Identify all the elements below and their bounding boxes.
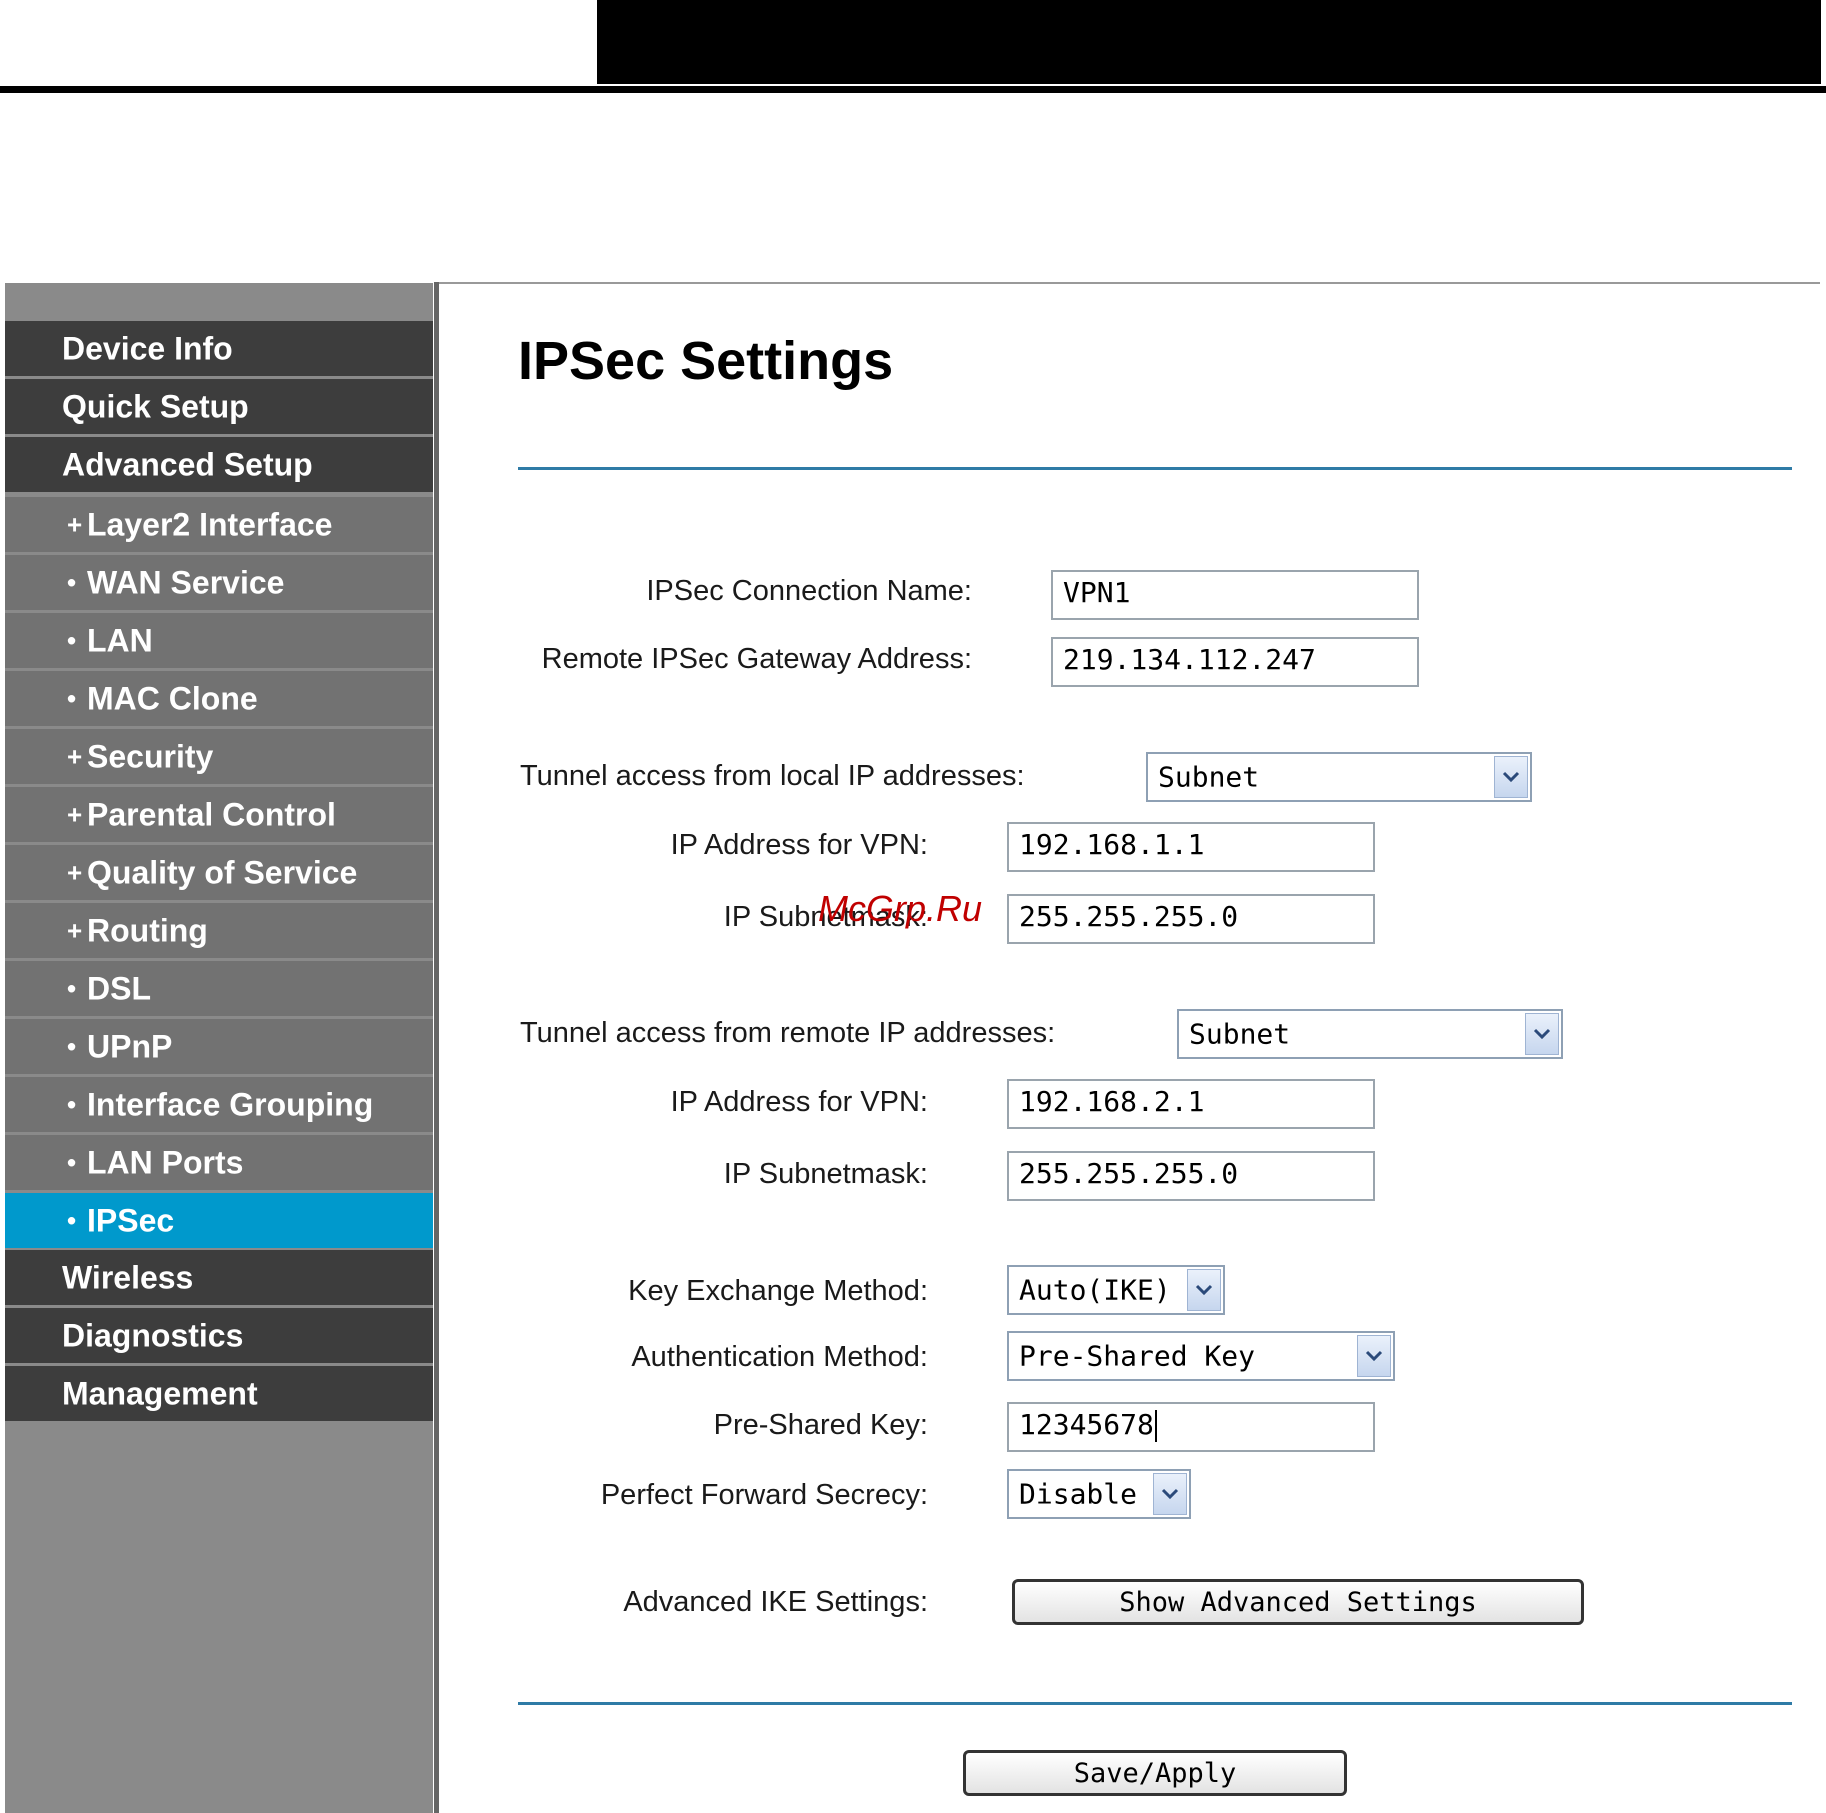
sidebar-item-label: DSL <box>87 970 151 1006</box>
auth-method-label: Authentication Method: <box>631 1341 928 1373</box>
key-exchange-label: Key Exchange Method: <box>628 1275 928 1307</box>
pfs-label: Perfect Forward Secrecy: <box>600 1479 928 1511</box>
save-apply-button[interactable]: Save/Apply <box>963 1750 1347 1796</box>
sidebar-item-label: IPSec <box>87 1202 175 1238</box>
remote-access-label: Tunnel access from remote IP addresses: <box>520 1017 1056 1049</box>
sidebar-item-security[interactable]: + Security <box>5 729 433 784</box>
bullet-icon: • <box>67 1089 77 1119</box>
chevron-down-icon[interactable] <box>1357 1335 1391 1377</box>
sidebar-item-label: Layer2 Interface <box>87 506 333 542</box>
watermark: McGrp.Ru <box>818 888 983 929</box>
sidebar-item-label: Device Info <box>62 330 233 366</box>
local-ip-input[interactable]: 192.168.1.1 <box>1007 822 1375 872</box>
key-exchange-select[interactable]: Auto(IKE) <box>1007 1265 1225 1315</box>
bullet-icon: • <box>67 1205 77 1235</box>
sidebar-item-label: MAC Clone <box>87 680 258 716</box>
sidebar-item-label: Diagnostics <box>62 1317 244 1353</box>
sidebar-item-advanced-setup[interactable]: Advanced Setup <box>5 437 433 492</box>
chevron-down-icon[interactable] <box>1494 756 1528 798</box>
sidebar-item-label: LAN <box>87 622 153 658</box>
divider-bottom <box>518 1702 1792 1705</box>
plus-icon: + <box>67 741 83 771</box>
sidebar-item-routing[interactable]: + Routing <box>5 903 433 958</box>
conn-name-label: IPSec Connection Name: <box>646 575 972 607</box>
sidebar-item-mac-clone[interactable]: • MAC Clone <box>5 671 433 726</box>
psk-input[interactable]: 12345678 <box>1007 1402 1375 1452</box>
remote-mask-label: IP Subnetmask: <box>723 1158 928 1190</box>
sidebar-item-label: Parental Control <box>87 796 336 832</box>
sidebar-item-dsl[interactable]: • DSL <box>5 961 433 1016</box>
sidebar-item-label: LAN Ports <box>87 1144 244 1180</box>
sidebar-item-management[interactable]: Management <box>5 1366 433 1421</box>
pfs-value: Disable <box>1019 1477 1138 1511</box>
header-bar <box>597 0 1821 84</box>
sidebar-item-wan-service[interactable]: • WAN Service <box>5 555 433 610</box>
local-access-value: Subnet <box>1158 760 1260 794</box>
sidebar-item-device-info[interactable]: Device Info <box>5 321 433 376</box>
local-mask-input[interactable]: 255.255.255.0 <box>1007 894 1375 944</box>
remote-access-value: Subnet <box>1189 1017 1291 1051</box>
bullet-icon: • <box>67 1031 77 1061</box>
local-ip-label: IP Address for VPN: <box>670 829 928 861</box>
sidebar-item-label: Security <box>87 738 214 774</box>
remote-mask-input[interactable]: 255.255.255.0 <box>1007 1151 1375 1201</box>
sidebar-item-label: Interface Grouping <box>87 1086 374 1122</box>
text-cursor <box>1154 1410 1157 1442</box>
conn-name-input[interactable]: VPN1 <box>1051 570 1419 620</box>
sidebar-item-label: Wireless <box>62 1259 194 1295</box>
plus-icon: + <box>67 915 83 945</box>
sidebar-item-layer2-interface[interactable]: + Layer2 Interface <box>5 497 433 552</box>
sidebar-item-parental-control[interactable]: + Parental Control <box>5 787 433 842</box>
psk-label: Pre-Shared Key: <box>713 1409 928 1441</box>
plus-icon: + <box>67 799 83 829</box>
bullet-icon: • <box>67 1147 77 1177</box>
divider-top <box>518 467 1792 470</box>
sidebar-item-ipsec[interactable]: • IPSec <box>5 1193 433 1248</box>
content-top-border <box>439 282 1820 284</box>
header-rule <box>0 86 1826 93</box>
gateway-label: Remote IPSec Gateway Address: <box>541 643 972 675</box>
sidebar-item-label: Advanced Setup <box>62 446 313 482</box>
show-advanced-settings-button[interactable]: Show Advanced Settings <box>1012 1579 1584 1625</box>
plus-icon: + <box>67 509 83 539</box>
sidebar-item-label: UPnP <box>87 1028 173 1064</box>
page-title: IPSec Settings <box>518 331 894 391</box>
sidebar-item-quality-of-service[interactable]: + Quality of Service <box>5 845 433 900</box>
sidebar-item-wireless[interactable]: Wireless <box>5 1250 433 1305</box>
sidebar-item-lan-ports[interactable]: • LAN Ports <box>5 1135 433 1190</box>
remote-access-select[interactable]: Subnet <box>1177 1009 1563 1059</box>
chevron-down-icon[interactable] <box>1153 1473 1187 1515</box>
sidebar-item-diagnostics[interactable]: Diagnostics <box>5 1308 433 1363</box>
sidebar-item-label: WAN Service <box>87 564 285 600</box>
sidebar-item-label: Quality of Service <box>87 854 358 890</box>
auth-method-value: Pre-Shared Key <box>1019 1339 1256 1373</box>
pfs-select[interactable]: Disable <box>1007 1469 1191 1519</box>
sidebar-item-lan[interactable]: • LAN <box>5 613 433 668</box>
chevron-down-icon[interactable] <box>1187 1269 1221 1311</box>
local-access-label: Tunnel access from local IP addresses: <box>520 760 1025 792</box>
sidebar-item-label: Management <box>62 1375 258 1411</box>
plus-icon: + <box>67 857 83 887</box>
psk-value: 12345678 <box>1019 1408 1154 1441</box>
sidebar-item-upnp[interactable]: • UPnP <box>5 1019 433 1074</box>
sidebar-divider <box>434 282 439 1813</box>
key-exchange-value: Auto(IKE) <box>1019 1273 1171 1307</box>
sidebar-item-quick-setup[interactable]: Quick Setup <box>5 379 433 434</box>
bullet-icon: • <box>67 683 77 713</box>
local-access-select[interactable]: Subnet <box>1146 752 1532 802</box>
sidebar-item-label: Routing <box>87 912 208 948</box>
remote-ip-input[interactable]: 192.168.2.1 <box>1007 1079 1375 1129</box>
sidebar-item-label: Quick Setup <box>62 388 249 424</box>
remote-ip-label: IP Address for VPN: <box>670 1086 928 1118</box>
auth-method-select[interactable]: Pre-Shared Key <box>1007 1331 1395 1381</box>
chevron-down-icon[interactable] <box>1525 1013 1559 1055</box>
bullet-icon: • <box>67 567 77 597</box>
sidebar-item-interface-grouping[interactable]: • Interface Grouping <box>5 1077 433 1132</box>
gateway-input[interactable]: 219.134.112.247 <box>1051 637 1419 687</box>
bullet-icon: • <box>67 973 77 1003</box>
bullet-icon: • <box>67 625 77 655</box>
adv-ike-label: Advanced IKE Settings: <box>623 1586 928 1618</box>
